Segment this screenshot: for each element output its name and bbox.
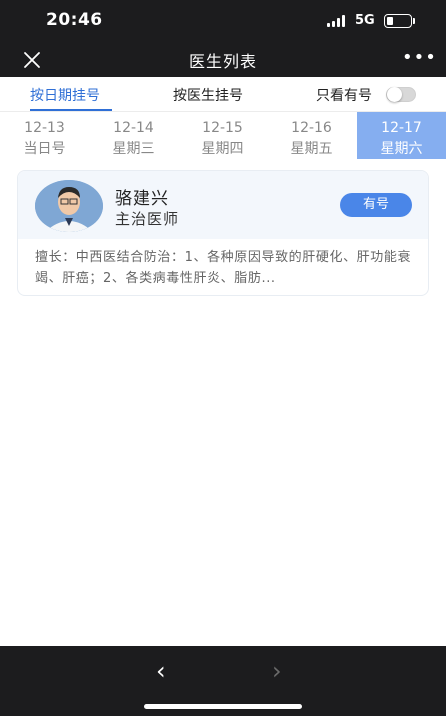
battery-cap (413, 18, 415, 24)
doctor-specialty: 擅长：中西医结合防治：1、各种原因导致的肝硬化、肝功能衰竭、肝癌；2、各类病毒性… (35, 250, 412, 286)
available-only-label: 只看有号 (316, 88, 372, 104)
battery-fill (387, 17, 393, 25)
tab-active-indicator (30, 109, 112, 111)
date-item[interactable]: 12-16 星期五 (267, 112, 356, 159)
date-label: 12-14 (113, 120, 154, 136)
availability-badge[interactable]: 有号 (340, 193, 412, 217)
weekday-label: 星期三 (112, 141, 155, 157)
signal-icon (327, 15, 345, 27)
network-type: 5G (355, 13, 375, 28)
forward-icon[interactable]: › (272, 657, 282, 685)
status-bar: 20:46 5G (0, 0, 446, 42)
weekday-label: 星期四 (201, 141, 244, 157)
date-item[interactable]: 12-15 星期四 (178, 112, 267, 159)
date-label: 12-15 (202, 120, 243, 136)
doctor-name: 骆建兴 (115, 189, 169, 209)
weekday-label: 当日号 (23, 141, 66, 157)
date-label: 12-17 (381, 120, 422, 136)
avatar (35, 180, 103, 232)
date-label: 12-13 (24, 120, 65, 136)
date-selector: 12-13 当日号 12-14 星期三 12-15 星期四 12-16 星期五 … (0, 112, 446, 159)
tab-by-doctor[interactable]: 按医生挂号 (173, 85, 243, 105)
tab-by-date[interactable]: 按日期挂号 (30, 85, 100, 105)
doctor-title: 主治医师 (115, 210, 180, 228)
more-icon[interactable]: ••• (402, 49, 437, 67)
date-label: 12-16 (291, 120, 332, 136)
back-icon[interactable]: ‹ (156, 657, 166, 685)
page-title: 医生列表 (188, 52, 257, 71)
status-time: 20:46 (46, 10, 103, 30)
doctor-card[interactable]: 骆建兴 主治医师 有号 擅长：中西医结合防治：1、各种原因导致的肝硬化、肝功能衰… (17, 170, 429, 296)
nav-bar: 医生列表 ••• (0, 42, 446, 77)
tab-bar: 按日期挂号 按医生挂号 只看有号 (0, 77, 446, 112)
home-indicator (144, 704, 302, 709)
battery-icon (384, 14, 412, 28)
date-item[interactable]: 12-14 星期三 (89, 112, 178, 159)
date-item-selected[interactable]: 12-17 星期六 (357, 112, 446, 159)
weekday-label: 星期六 (380, 141, 423, 157)
available-only-toggle[interactable] (386, 87, 416, 102)
toggle-knob (387, 87, 402, 102)
weekday-label: 星期五 (290, 141, 333, 157)
date-item[interactable]: 12-13 当日号 (0, 112, 89, 159)
